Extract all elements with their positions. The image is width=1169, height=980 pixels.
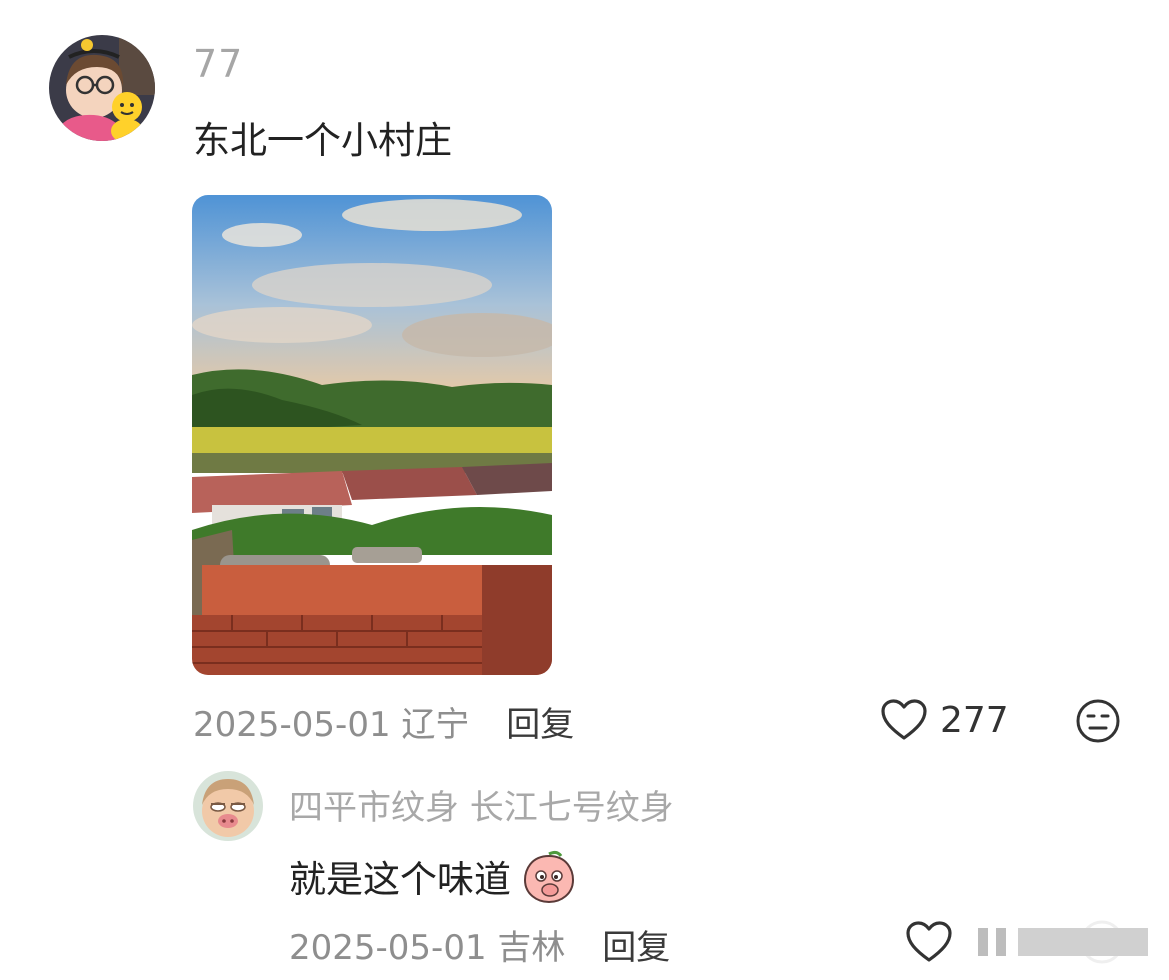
comment-date: 2025-05-01 <box>193 705 391 745</box>
reply-comment-text: 就是这个味道 <box>289 858 511 901</box>
cartoon-face-avatar-icon <box>193 771 263 841</box>
dislike-button[interactable] <box>1074 697 1122 749</box>
like-count: 277 <box>940 699 1009 741</box>
reply-date: 2025-05-01 <box>289 928 487 968</box>
reply-avatar[interactable] <box>193 771 263 841</box>
heart-icon <box>881 699 927 740</box>
village-landscape-photo-icon <box>192 195 552 675</box>
reply-like-button[interactable] <box>905 920 953 968</box>
watermark-overlay <box>968 918 1168 968</box>
comment-location: 辽宁 <box>401 705 470 745</box>
username[interactable]: 77 <box>193 42 243 86</box>
neutral-face-icon <box>1076 699 1120 743</box>
peach-thinking-emoji-icon <box>523 850 575 904</box>
reply-reply-button[interactable]: 回复 <box>602 928 670 968</box>
like-button[interactable]: 277 <box>880 698 1009 742</box>
reply-button[interactable]: 回复 <box>506 705 574 745</box>
comment-photo[interactable] <box>192 195 552 675</box>
reply-username[interactable]: 四平市纹身 长江七号纹身 <box>289 780 674 829</box>
heart-icon <box>906 921 952 962</box>
comment-text: 东北一个小村庄 <box>193 119 452 162</box>
user-avatar-icon <box>49 35 155 141</box>
avatar[interactable] <box>49 35 155 141</box>
reply-comment: 就是这个味道 <box>289 848 575 904</box>
reply-location: 吉林 <box>497 928 566 968</box>
